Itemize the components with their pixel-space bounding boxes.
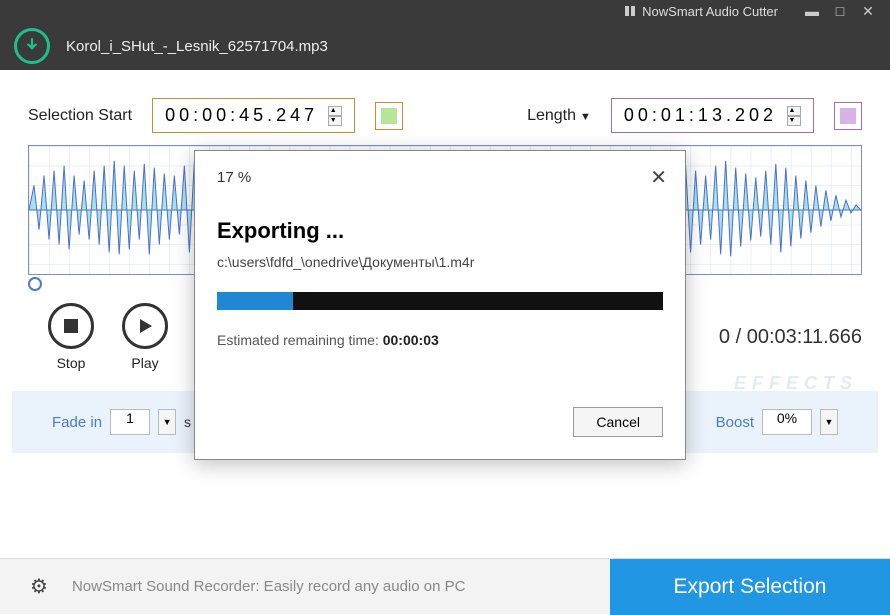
export-progress-bar: [217, 292, 663, 310]
length-value: 00:01:13.202: [624, 105, 777, 126]
length-label[interactable]: Length▼: [527, 107, 591, 125]
stop-label: Stop: [57, 355, 86, 371]
boost-input[interactable]: 0%: [762, 409, 812, 435]
selection-start-input[interactable]: 00:00:45.247 ▲▼: [152, 98, 355, 133]
export-percent: 17 %: [217, 169, 663, 186]
chevron-down-icon: ▼: [580, 111, 591, 123]
gear-icon[interactable]: ⚙: [30, 574, 48, 599]
selection-controls: Selection Start 00:00:45.247 ▲▼ Length▼ …: [0, 70, 890, 145]
footer-promo: NowSmart Sound Recorder: Easily record a…: [72, 578, 466, 595]
export-progress-fill: [217, 292, 293, 310]
file-name-label: Korol_i_SHut_-_Lesnik_62571704.mp3: [66, 38, 328, 55]
export-eta: Estimated remaining time: 00:00:03: [217, 332, 663, 348]
export-selection-button[interactable]: Export Selection: [610, 559, 890, 615]
length-input[interactable]: 00:01:13.202 ▲▼: [611, 98, 814, 133]
boost-dropdown[interactable]: ▼: [820, 409, 838, 435]
play-icon: [136, 317, 154, 335]
export-path: c:\users\fdfd_\onedrive\Документы\1.m4r: [217, 254, 663, 270]
app-logo-icon: [624, 5, 636, 17]
length-color-swatch[interactable]: [834, 102, 862, 130]
export-title: Exporting ...: [217, 218, 663, 244]
export-dialog: 17 % ✕ Exporting ... c:\users\fdfd_\oned…: [194, 150, 686, 460]
time-display: 0 / 00:03:11.666: [719, 326, 862, 349]
header: Korol_i_SHut_-_Lesnik_62571704.mp3: [0, 22, 890, 70]
fade-in-label: Fade in: [52, 414, 102, 431]
play-button[interactable]: Play: [122, 303, 168, 371]
fade-in-input[interactable]: 1: [110, 409, 150, 435]
download-arrow-icon: [23, 37, 41, 55]
app-logo: [14, 28, 50, 64]
fade-in-dropdown[interactable]: ▼: [158, 409, 176, 435]
effects-header: EFFECTS: [734, 373, 858, 394]
selection-start-stepper[interactable]: ▲▼: [328, 106, 342, 126]
boost-label: Boost: [716, 414, 754, 431]
minimize-button[interactable]: ▬: [798, 0, 826, 22]
stop-button[interactable]: Stop: [48, 303, 94, 371]
selection-start-label: Selection Start: [28, 107, 132, 125]
fade-in-unit: s: [184, 414, 191, 430]
close-button[interactable]: ✕: [854, 0, 882, 22]
play-label: Play: [131, 355, 158, 371]
cancel-button[interactable]: Cancel: [573, 407, 663, 437]
start-color-swatch[interactable]: [375, 102, 403, 130]
playhead-thumb[interactable]: [28, 277, 42, 291]
dialog-close-button[interactable]: ✕: [650, 165, 667, 190]
maximize-button[interactable]: □: [826, 0, 854, 22]
app-name-label: NowSmart Audio Cutter: [624, 4, 778, 19]
stop-icon: [63, 318, 79, 334]
footer: ⚙ NowSmart Sound Recorder: Easily record…: [0, 558, 890, 614]
length-stepper[interactable]: ▲▼: [787, 106, 801, 126]
titlebar: NowSmart Audio Cutter ▬ □ ✕: [0, 0, 890, 22]
selection-start-value: 00:00:45.247: [165, 105, 318, 126]
